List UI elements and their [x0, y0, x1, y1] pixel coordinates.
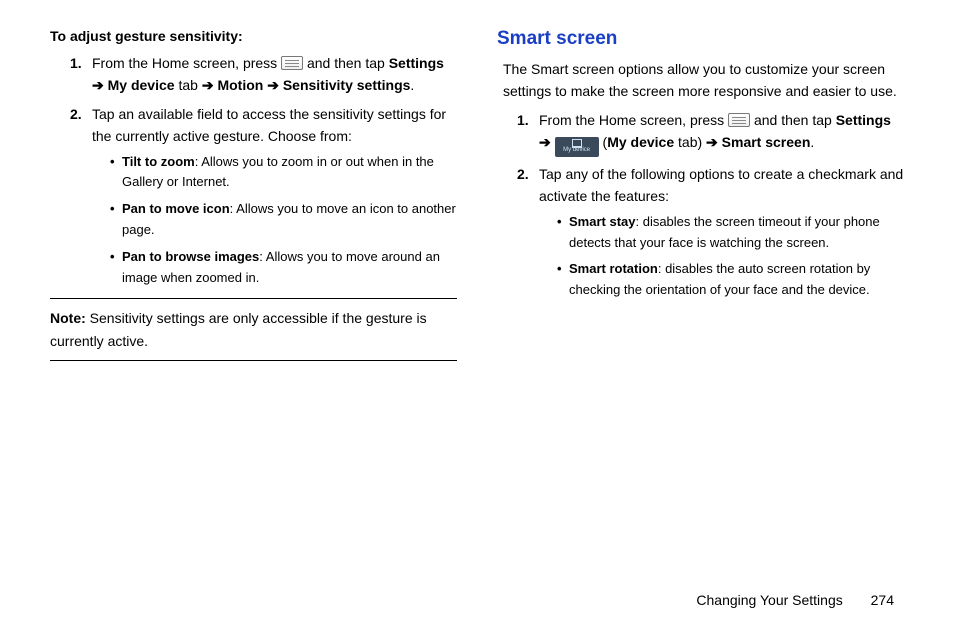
- paren-open: (: [599, 134, 608, 150]
- text-tab: tab: [178, 77, 201, 93]
- bullet-tilt: Tilt to zoom: Allows you to zoom in or o…: [110, 152, 457, 194]
- arrow: ➔: [539, 134, 551, 150]
- step-text: From the Home screen, press: [539, 112, 728, 128]
- bold-mydevice: My device: [607, 134, 674, 150]
- step-text: From the Home screen, press: [92, 55, 281, 71]
- step-text: Tap an available field to access the sen…: [92, 106, 446, 144]
- arrow: ➔: [202, 77, 214, 93]
- bullet-bold: Smart rotation: [569, 261, 658, 276]
- period: .: [410, 77, 414, 93]
- mydevice-icon: My device: [555, 137, 599, 157]
- bold-settings: Settings: [836, 112, 891, 128]
- arrow: ➔: [92, 77, 104, 93]
- bullet-bold: Tilt to zoom: [122, 154, 195, 169]
- bullet-pan-icon: Pan to move icon: Allows you to move an …: [110, 199, 457, 241]
- mydevice-icon-label: My device: [563, 146, 590, 156]
- step-number: 2.: [517, 163, 529, 185]
- step-number: 2.: [70, 103, 82, 125]
- note-label: Note:: [50, 310, 86, 326]
- page-footer: Changing Your Settings 274: [696, 592, 894, 608]
- bold-smartscreen: Smart screen: [722, 134, 811, 150]
- page-columns: To adjust gesture sensitivity: 1. From t…: [50, 28, 904, 361]
- arrow: ➔: [706, 134, 718, 150]
- step-text: and then tap: [754, 112, 836, 128]
- bullet-smart-stay: Smart stay: disables the screen timeout …: [557, 212, 904, 254]
- bullet-pan-browse: Pan to browse images: Allows you to move…: [110, 247, 457, 289]
- bullet-smart-rotation: Smart rotation: disables the auto screen…: [557, 259, 904, 301]
- menu-icon: [281, 56, 303, 70]
- bold-motion: Motion: [217, 77, 263, 93]
- arrow: ➔: [267, 77, 279, 93]
- bold-settings: Settings: [389, 55, 444, 71]
- left-column: To adjust gesture sensitivity: 1. From t…: [50, 28, 457, 361]
- menu-icon: [728, 113, 750, 127]
- note-text: Sensitivity settings are only accessible…: [50, 310, 427, 348]
- right-bullets: Smart stay: disables the screen timeout …: [539, 212, 904, 301]
- step-text: and then tap: [307, 55, 389, 71]
- left-step-1: 1. From the Home screen, press and then …: [70, 52, 457, 97]
- step-text: Tap any of the following options to crea…: [539, 166, 903, 204]
- bullet-bold: Pan to move icon: [122, 201, 230, 216]
- right-steps: 1. From the Home screen, press and then …: [497, 109, 904, 301]
- left-bullets: Tilt to zoom: Allows you to zoom in or o…: [92, 152, 457, 289]
- bullet-bold: Pan to browse images: [122, 249, 259, 264]
- left-step-2: 2. Tap an available field to access the …: [70, 103, 457, 289]
- right-step-2: 2. Tap any of the following options to c…: [517, 163, 904, 301]
- right-step-1: 1. From the Home screen, press and then …: [517, 109, 904, 157]
- gesture-subhead: To adjust gesture sensitivity:: [50, 28, 457, 44]
- bold-mydevice: My device: [108, 77, 175, 93]
- step-number: 1.: [517, 109, 529, 131]
- right-column: Smart screen The Smart screen options al…: [497, 28, 904, 361]
- footer-page: 274: [871, 592, 894, 608]
- section-title: Smart screen: [497, 28, 904, 50]
- left-steps: 1. From the Home screen, press and then …: [50, 52, 457, 288]
- text-tab: tab): [674, 134, 706, 150]
- step-number: 1.: [70, 52, 82, 74]
- footer-section: Changing Your Settings: [696, 592, 842, 608]
- note-block: Note: Sensitivity settings are only acce…: [50, 298, 457, 361]
- bullet-bold: Smart stay: [569, 214, 635, 229]
- period: .: [810, 134, 814, 150]
- bold-sensitivity: Sensitivity settings: [283, 77, 411, 93]
- intro-text: The Smart screen options allow you to cu…: [497, 58, 904, 103]
